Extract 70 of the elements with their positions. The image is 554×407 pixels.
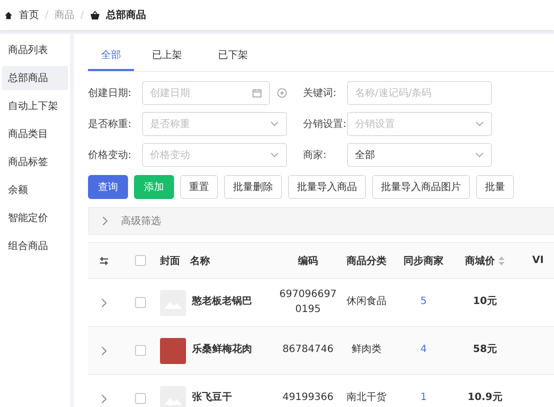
table-cell-text: 休闲食品 bbox=[346, 295, 388, 310]
breadcrumb-separator: / bbox=[45, 10, 48, 20]
table-cell-text: 南北干货 bbox=[346, 391, 388, 406]
checkbox[interactable] bbox=[134, 393, 146, 404]
select-field[interactable]: 全部 bbox=[347, 143, 492, 167]
column-header: 商品分类 bbox=[346, 254, 388, 268]
table-cell-text: 86784746 bbox=[282, 343, 334, 358]
product-name: 张飞豆干 bbox=[191, 391, 233, 406]
home-icon bbox=[4, 10, 13, 20]
add-icon[interactable] bbox=[277, 88, 287, 98]
chevron-down-icon bbox=[270, 152, 279, 158]
tab[interactable]: 全部 bbox=[88, 42, 134, 71]
filter-label: 价格变动: bbox=[88, 148, 132, 162]
breadcrumb-item: 总部商品 bbox=[106, 8, 146, 22]
chevron-down-icon bbox=[475, 121, 484, 127]
sidebar-item[interactable]: 商品列表 bbox=[2, 38, 68, 62]
chevron-down-icon bbox=[270, 121, 279, 127]
table-cell-text: 10元 bbox=[472, 295, 498, 310]
expand-icon[interactable] bbox=[100, 394, 108, 404]
action-button[interactable]: 批量删除 bbox=[224, 175, 282, 199]
breadcrumb-separator: / bbox=[80, 10, 84, 20]
action-button[interactable]: 重置 bbox=[180, 175, 218, 199]
checkbox[interactable] bbox=[134, 297, 146, 308]
filter-label: 分销设置: bbox=[302, 118, 347, 131]
tab[interactable]: 已下架 bbox=[200, 42, 266, 71]
action-button[interactable]: 批量 bbox=[476, 175, 514, 199]
sidebar-item[interactable]: 智能定价 bbox=[2, 206, 68, 230]
expand-icon[interactable] bbox=[100, 298, 108, 308]
filter-label: 是否称重: bbox=[88, 118, 132, 131]
sidebar-item[interactable]: 商品类目 bbox=[2, 122, 68, 146]
sidebar-item[interactable]: 余额 bbox=[2, 178, 68, 202]
action-button[interactable]: 批量导入商品 bbox=[288, 175, 366, 199]
sidebar-item[interactable]: 组合商品 bbox=[2, 234, 68, 258]
action-button[interactable]: 查询 bbox=[88, 175, 128, 199]
column-header: 编码 bbox=[297, 254, 319, 268]
filter-label: 商家: bbox=[302, 148, 328, 162]
filter-label: 创建日期: bbox=[88, 86, 132, 100]
table-cell-text: 49199366 bbox=[282, 391, 334, 406]
chevron-down-icon bbox=[475, 152, 484, 158]
checkbox[interactable] bbox=[134, 255, 146, 266]
chevron-right-icon[interactable] bbox=[101, 216, 109, 226]
tab[interactable]: 已上架 bbox=[134, 42, 200, 71]
column-header: VI bbox=[531, 255, 545, 266]
advanced-filter-bar[interactable]: 高级筛选 bbox=[88, 207, 554, 235]
column-settings-icon[interactable] bbox=[99, 256, 109, 266]
table-cell-text: 58元 bbox=[472, 343, 498, 358]
expand-icon[interactable] bbox=[100, 346, 108, 356]
sort-icon[interactable] bbox=[498, 256, 505, 266]
merchant-count-link[interactable]: 1 bbox=[395, 391, 452, 406]
action-button[interactable]: 批量导入商品图片 bbox=[372, 175, 470, 199]
advanced-filter-label: 高级筛选 bbox=[121, 214, 161, 228]
table-cell-text: 6970966970195 bbox=[278, 288, 338, 316]
sidebar-item[interactable]: 商品标签 bbox=[2, 150, 68, 174]
filter-label: 关键词: bbox=[302, 86, 338, 100]
column-header: 封面 bbox=[160, 254, 181, 268]
sidebar-item[interactable]: 总部商品 bbox=[2, 66, 68, 90]
basket-icon bbox=[90, 10, 100, 20]
checkbox[interactable] bbox=[134, 345, 146, 356]
table-cell-text: 10.9元 bbox=[466, 391, 504, 406]
column-header: 同步商家 bbox=[402, 254, 444, 268]
product-name: 乐桑鲜梅花肉 bbox=[191, 343, 253, 358]
column-header: 名称 bbox=[190, 254, 211, 268]
product-name: 憨老板老锅巴 bbox=[190, 295, 253, 310]
calendar-icon bbox=[252, 88, 262, 98]
sidebar-item[interactable]: 自动上下架 bbox=[2, 94, 68, 118]
merchant-count-link[interactable]: 4 bbox=[395, 343, 452, 358]
merchant-count-link[interactable]: 5 bbox=[395, 295, 452, 310]
column-header[interactable]: 商城价 bbox=[465, 254, 495, 268]
table-cell-text: 鲜肉类 bbox=[350, 343, 382, 358]
breadcrumb-item: 首页 bbox=[19, 9, 39, 22]
